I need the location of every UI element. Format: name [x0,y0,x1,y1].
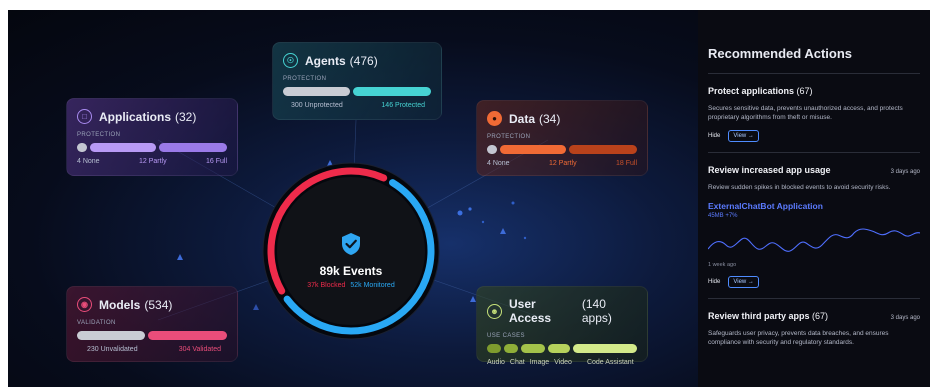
applications-protection-bar [77,143,227,152]
user-access-usecase-bar [487,344,637,353]
bar-code-assistant [573,344,637,353]
action-title: Review increased app usage [708,165,831,175]
models-card[interactable]: ◉ Models (534) VALIDATION 230 Unvalidate… [66,286,238,362]
bar-partly [90,143,156,152]
label-full: 18 Full [615,160,637,167]
sparkline-caption: 1 week ago [708,262,737,268]
label-code-assistant: Code Assistant [586,359,634,366]
view-button[interactable]: View → [728,276,759,288]
label-partly: 12 Partly [138,158,167,165]
action-item-protect-applications: Protect applications (67) Secures sensit… [708,86,920,142]
dashboard-canvas: □ Applications (32) PROTECTION 4 None 12… [8,10,930,387]
bar-protected [352,87,431,96]
label-full: 16 Full [205,158,227,165]
agents-count: (476) [349,53,378,68]
agents-protection-bar [283,87,431,96]
model-icon: ◉ [77,297,92,312]
view-button[interactable]: View → [728,130,759,142]
usage-sparkline [707,228,921,252]
applications-count: (32) [175,109,197,124]
bar-video [548,344,570,353]
events-breakdown: 37k Blocked 52k Monitored [260,282,442,289]
label-none: 4 None [77,158,100,165]
label-video: Video [554,359,572,366]
panel-title: Recommended Actions [708,46,852,61]
label-none: 4 None [487,160,510,167]
models-subtitle: VALIDATION [77,320,116,326]
data-protection-bar [487,145,637,154]
action-item-review-third-party: Review third party apps (67) 3 days ago … [708,311,920,347]
divider [708,152,920,153]
data-card[interactable]: ● Data (34) PROTECTION 4 None 12 Partly … [476,100,648,176]
bar-full [569,145,637,154]
shield-check-icon [342,233,360,255]
label-unprotected: 300 Unprotected [291,102,343,109]
action-count: (67) [796,86,813,96]
user-access-title: User Access [509,297,552,325]
label-validated: 304 Validated [178,346,221,353]
label-audio: Audio [487,359,505,366]
bar-none [77,143,87,152]
events-title: 89k Events [319,264,383,278]
data-title: Data [509,111,536,126]
bar-image [521,344,545,353]
action-timestamp: 3 days ago [890,169,920,175]
user-access-count: (140 apps) [581,297,612,325]
divider [708,298,920,299]
app-name-link[interactable]: ExternalChatBot Application [708,201,920,211]
bar-unvalidated [77,331,145,340]
action-description: Safeguards user privacy, prevents data b… [708,330,889,346]
app-window-icon: □ [77,109,92,124]
events-summary: 89k Events 37k Blocked 52k Monitored [260,160,442,342]
action-count: (67) [812,311,829,321]
applications-title: Applications [99,109,172,124]
agents-title: Agents [305,53,346,68]
applications-subtitle: PROTECTION [77,132,121,138]
divider [708,73,920,74]
bar-chat [504,344,518,353]
action-title: Protect applications (67) [708,86,813,96]
label-partly: 12 Partly [548,160,577,167]
agent-icon: ☉ [283,53,298,68]
bar-validated [147,331,227,340]
data-count: (34) [539,111,561,126]
action-description: Secures sensitive data, prevents unautho… [708,105,903,121]
action-timestamp: 3 days ago [890,315,920,321]
data-subtitle: PROTECTION [487,134,531,140]
blocked-count: 37k Blocked [307,282,346,289]
models-title: Models [99,297,141,312]
user-access-subtitle: USE CASES [487,333,525,339]
monitored-count: 52k Monitored [350,282,395,289]
bar-audio [487,344,501,353]
action-title-text: Protect applications [708,86,795,96]
action-description: Review sudden spikes in blocked events t… [708,184,891,191]
app-usage-stat: 45MB +7% [708,213,738,219]
hide-link[interactable]: Hide [708,133,720,139]
bar-unprotected [283,87,350,96]
models-validation-bar [77,331,227,340]
label-image: Image [529,359,550,366]
action-item-review-app-usage: Review increased app usage 3 days ago Re… [707,165,921,288]
database-icon: ● [487,111,502,126]
applications-card[interactable]: □ Applications (32) PROTECTION 4 None 12… [66,98,238,176]
user-access-card[interactable]: ☻ User Access (140 apps) USE CASES Audio… [476,286,648,366]
label-chat: Chat [509,359,525,366]
label-protected: 146 Protected [381,102,425,109]
action-title: Review third party apps (67) [708,311,828,321]
agents-card[interactable]: ☉ Agents (476) PROTECTION 300 Unprotecte… [272,42,442,120]
label-unvalidated: 230 Unvalidated [87,346,138,353]
agents-subtitle: PROTECTION [283,76,327,82]
hide-link[interactable]: Hide [708,279,720,285]
models-count: (534) [144,297,173,312]
users-icon: ☻ [487,303,502,319]
bar-none [487,145,497,154]
bar-full [159,143,227,152]
action-title-text: Review third party apps [708,311,810,321]
recommended-actions-panel: Recommended Actions Protect applications… [698,10,930,387]
bar-partly [500,145,566,154]
